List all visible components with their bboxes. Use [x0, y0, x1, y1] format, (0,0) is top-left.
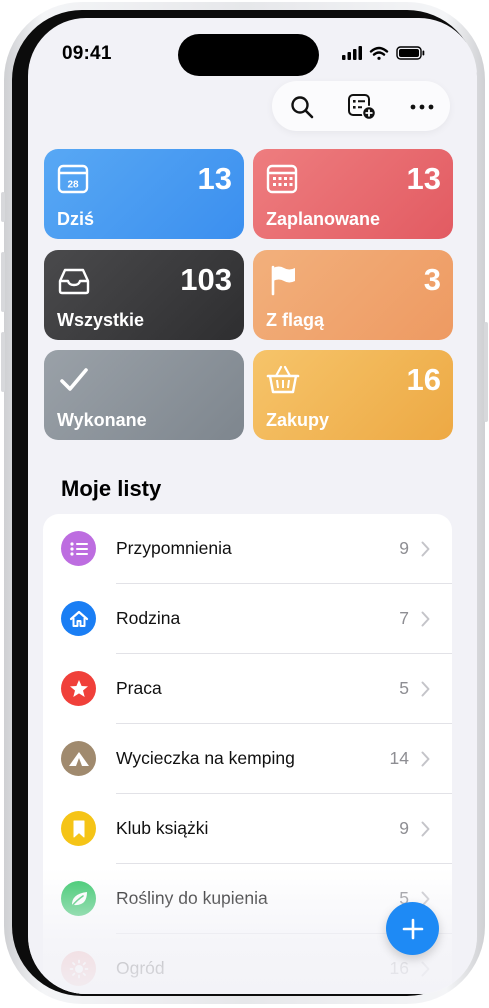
tile-count: 16: [406, 362, 441, 397]
volume-up-button: [1, 252, 5, 312]
smart-list-shopping[interactable]: 16 Zakupy: [253, 350, 453, 440]
tile-count: 3: [423, 262, 441, 297]
dynamic-island: [178, 34, 319, 76]
calendar-icon: 28: [57, 164, 89, 194]
list-item-wycieczka[interactable]: Wycieczka na kemping 14: [43, 724, 452, 794]
list-count: 14: [389, 748, 409, 768]
list-name: Rodzina: [116, 608, 181, 628]
tile-count: 13: [197, 161, 232, 196]
list-item-rodzina[interactable]: Rodzina 7: [43, 584, 452, 654]
smart-list-scheduled[interactable]: 13 Zaplanowane: [253, 149, 453, 239]
list-name: Ogród: [116, 958, 165, 978]
chevron-right-icon: [421, 751, 430, 767]
toolbar: [272, 81, 450, 131]
smart-list-today[interactable]: 28 13 Dziś: [44, 149, 244, 239]
tray-icon: [58, 268, 90, 295]
checkmark-icon: [60, 368, 88, 391]
tile-label: Zakupy: [266, 410, 330, 430]
more-button[interactable]: [406, 91, 438, 123]
list-count: 16: [389, 958, 409, 978]
add-reminder-button[interactable]: [386, 902, 439, 955]
list-count: 9: [399, 538, 409, 558]
list-item-przypomnienia[interactable]: Przypomnienia 9: [43, 514, 452, 584]
list-item-klub-ksiazki[interactable]: Klub książki 9: [43, 794, 452, 864]
wifi-icon: [369, 46, 389, 60]
house-icon: [61, 601, 96, 636]
chevron-right-icon: [421, 961, 430, 977]
tile-label: Z flagą: [266, 310, 325, 330]
smart-list-all[interactable]: 103 Wszystkie: [44, 250, 244, 340]
list-count: 9: [399, 818, 409, 838]
sun-icon: [61, 951, 96, 986]
tile-label: Wykonane: [57, 410, 147, 430]
list-name: Praca: [116, 678, 162, 698]
list-item-praca[interactable]: Praca 5: [43, 654, 452, 724]
basket-icon: [266, 365, 300, 394]
list-count: 5: [399, 678, 409, 698]
screen: 09:41 28 13 Dziś 13 Zaplanowane 103 Wszy…: [28, 18, 477, 994]
calendar-grid-icon: [266, 164, 298, 194]
tile-count: 13: [406, 161, 441, 196]
search-button[interactable]: [286, 91, 318, 123]
tent-icon: [61, 741, 96, 776]
star-icon: [61, 671, 96, 706]
action-button: [1, 192, 5, 222]
plus-icon: [402, 918, 423, 939]
battery-icon: [396, 46, 425, 60]
smart-list-completed[interactable]: Wykonane: [44, 350, 244, 440]
list-name: Rośliny do kupienia: [116, 888, 268, 908]
chevron-right-icon: [421, 821, 430, 837]
flag-icon: [271, 265, 295, 296]
tile-label: Dziś: [57, 209, 95, 229]
search-icon: [291, 96, 314, 119]
list-icon: [61, 531, 96, 566]
list-name: Przypomnienia: [116, 538, 232, 558]
leaf-icon: [61, 881, 96, 916]
tile-label: Wszystkie: [57, 310, 145, 330]
list-count: 7: [399, 608, 409, 628]
calendar-day: 28: [67, 180, 79, 191]
add-list-button[interactable]: [346, 91, 378, 123]
tile-label: Zaplanowane: [266, 209, 381, 229]
list-name: Wycieczka na kemping: [116, 748, 295, 768]
tile-count: 103: [180, 262, 232, 297]
status-time: 09:41: [62, 43, 112, 64]
side-button: [484, 322, 488, 422]
bookmark-icon: [61, 811, 96, 846]
more-icon: [410, 104, 434, 110]
chevron-right-icon: [421, 611, 430, 627]
list-name: Klub książki: [116, 818, 209, 838]
chevron-right-icon: [421, 681, 430, 697]
smart-list-flagged[interactable]: 3 Z flagą: [253, 250, 453, 340]
volume-down-button: [1, 332, 5, 392]
cellular-signal-icon: [342, 46, 362, 60]
list-add-icon: [348, 94, 377, 121]
phone-frame: 09:41 28 13 Dziś 13 Zaplanowane 103 Wszy…: [1, 2, 488, 1004]
status-icons: [342, 46, 425, 60]
chevron-right-icon: [421, 541, 430, 557]
my-lists-heading: Moje listy: [61, 476, 162, 501]
